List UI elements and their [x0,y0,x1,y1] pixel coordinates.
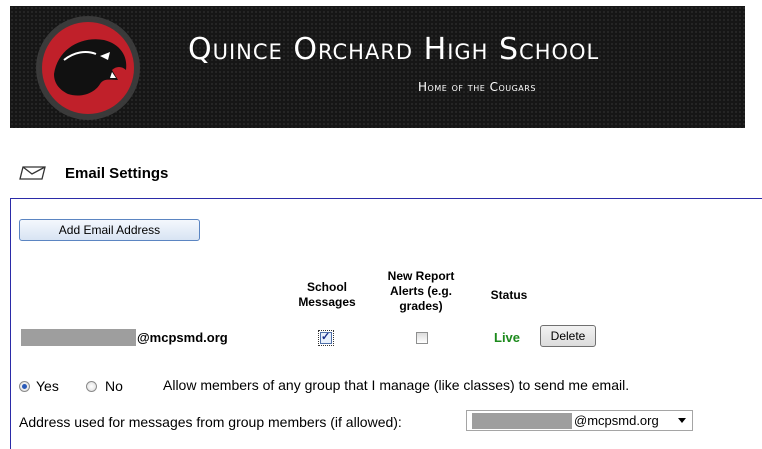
no-label[interactable]: No [105,378,123,394]
school-banner: Quince Orchard High School Home of the C… [10,6,745,128]
group-permission-description: Allow members of any group that I manage… [163,377,630,393]
school-messages-checkbox-focus[interactable] [318,330,334,346]
redacted-email-username [21,329,136,346]
report-alerts-checkbox[interactable] [416,332,428,344]
section-title: Email Settings [65,164,169,182]
envelope-icon [19,166,46,180]
column-header-school-messages: School Messages [298,280,356,309]
group-address-label: Address used for messages from group mem… [19,414,402,430]
school-name: Quince Orchard High School [188,32,600,67]
school-messages-checkbox[interactable] [320,330,332,344]
cougar-logo [36,16,140,120]
status-badge: Live [494,330,521,345]
add-email-address-button[interactable]: Add Email Address [19,219,200,241]
redacted-select-username [472,413,572,429]
school-tagline: Home of the Cougars [418,80,536,94]
email-settings-panel: Add Email Address School Messages New Re… [10,198,762,449]
group-email-yes-radio[interactable] [19,381,30,392]
email-address-suffix: @mcpsmd.org [137,330,228,345]
section-header: Email Settings [19,163,168,183]
delete-email-button[interactable]: Delete [540,325,596,347]
column-header-new-report-alerts: New Report Alerts (e.g. grades) [387,269,455,313]
yes-label[interactable]: Yes [36,378,59,394]
column-header-status: Status [490,288,528,302]
select-address-suffix: @mcpsmd.org [574,413,659,428]
chevron-down-icon[interactable] [678,418,686,423]
group-address-select[interactable]: @mcpsmd.org [466,410,693,431]
group-email-no-radio[interactable] [86,381,97,392]
